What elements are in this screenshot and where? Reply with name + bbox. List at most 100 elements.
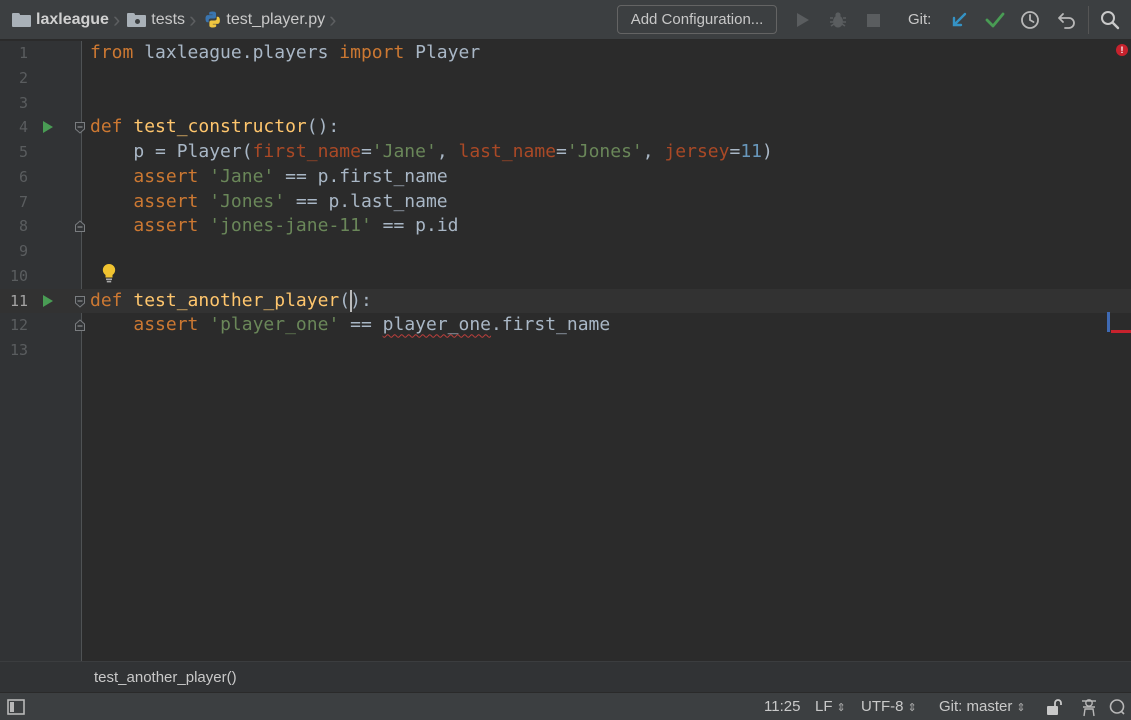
line-number[interactable]: 1 bbox=[0, 41, 28, 66]
code-token: = bbox=[360, 141, 372, 162]
line-number[interactable]: 9 bbox=[0, 239, 28, 264]
fold-start-icon[interactable] bbox=[74, 121, 86, 134]
stop-icon[interactable] bbox=[864, 0, 882, 40]
code-line[interactable]: 10 bbox=[0, 264, 1131, 289]
text-caret bbox=[350, 289, 353, 312]
status-bar: 11:25 LF ⇕ UTF-8 ⇕ Git: master ⇕ bbox=[0, 692, 1131, 720]
code-token: Player bbox=[404, 42, 481, 63]
code-text[interactable]: assert 'jones-jane-11' == p.id bbox=[90, 214, 459, 239]
code-text[interactable]: assert 'Jane' == p.first_name bbox=[90, 165, 448, 190]
vcs-commit-icon[interactable] bbox=[983, 0, 1007, 40]
code-token: assert bbox=[133, 165, 199, 187]
breadcrumb-test-player-py[interactable]: test_player.py › bbox=[203, 0, 343, 40]
code-area[interactable]: 1 from laxleague.players import Player 2 3 4… bbox=[0, 41, 1131, 661]
code-token: assert bbox=[133, 314, 199, 336]
code-token: test_constructor bbox=[133, 116, 307, 138]
code-text[interactable]: from laxleague.players import Player bbox=[90, 41, 480, 66]
run-test-gutter-icon[interactable] bbox=[42, 120, 54, 134]
folder-icon bbox=[12, 13, 31, 27]
run-icon[interactable] bbox=[794, 0, 812, 40]
code-token: def bbox=[90, 289, 123, 311]
code-line[interactable]: 2 bbox=[0, 66, 1131, 91]
package-folder-icon bbox=[127, 13, 147, 27]
breadcrumb-label: tests bbox=[151, 11, 186, 28]
code-token: 'Jane' bbox=[371, 141, 437, 162]
line-number[interactable]: 7 bbox=[0, 190, 28, 215]
code-token: test_another_player bbox=[133, 289, 340, 311]
code-line[interactable]: 12 assert 'player_one' == player_one.fir… bbox=[0, 313, 1131, 338]
caret-line-marker bbox=[1107, 312, 1110, 332]
line-number[interactable]: 10 bbox=[0, 264, 28, 289]
line-number[interactable]: 13 bbox=[0, 338, 28, 363]
encoding-selector[interactable]: UTF-8 ⇕ bbox=[861, 693, 917, 720]
history-icon[interactable] bbox=[1018, 0, 1042, 40]
lightbulb-icon[interactable] bbox=[101, 263, 117, 288]
code-token: .first_name bbox=[491, 314, 611, 336]
function-breadcrumb[interactable]: test_another_player() bbox=[94, 662, 237, 693]
add-configuration-button[interactable]: Add Configuration... bbox=[617, 5, 777, 34]
code-line[interactable]: 13 bbox=[0, 338, 1131, 363]
code-text[interactable]: def test_another_player(): bbox=[90, 289, 372, 314]
debug-icon[interactable] bbox=[827, 0, 849, 40]
lock-icon[interactable] bbox=[1045, 693, 1063, 720]
code-line[interactable]: 3 bbox=[0, 91, 1131, 116]
code-token: 'Jones' bbox=[566, 141, 643, 162]
code-token: == p.last_name bbox=[285, 190, 448, 212]
event-log-icon[interactable] bbox=[1108, 693, 1126, 720]
run-test-gutter-icon[interactable] bbox=[42, 294, 54, 308]
code-line[interactable]: 6 assert 'Jane' == p.first_name bbox=[0, 165, 1131, 190]
caret-position[interactable]: 11:25 bbox=[764, 693, 800, 720]
fold-end-icon[interactable] bbox=[74, 319, 86, 332]
line-number[interactable]: 2 bbox=[0, 66, 28, 91]
navigation-breadcrumbs: laxleague › tests › test_player.py › bbox=[12, 0, 343, 40]
line-number[interactable]: 4 bbox=[0, 115, 28, 140]
line-number[interactable]: 8 bbox=[0, 214, 28, 239]
code-line[interactable]: 5 p = Player(first_name='Jane', last_nam… bbox=[0, 140, 1131, 165]
python-file-icon bbox=[205, 11, 221, 28]
code-text[interactable]: assert 'Jones' == p.last_name bbox=[90, 190, 448, 215]
code-line[interactable]: 4 def test_constructor(): bbox=[0, 115, 1131, 140]
code-line[interactable]: 11 def test_another_player(): bbox=[0, 288, 1131, 314]
search-icon[interactable] bbox=[1098, 0, 1122, 40]
code-token: 'player_one' bbox=[209, 314, 340, 336]
error-indicator-icon[interactable]: ! bbox=[1116, 44, 1128, 56]
inspector-icon[interactable] bbox=[1079, 693, 1099, 720]
code-line[interactable]: 8 assert 'jones-jane-11' == p.id bbox=[0, 214, 1131, 239]
code-token: == p.first_name bbox=[274, 165, 448, 187]
line-number[interactable]: 11 bbox=[0, 289, 28, 314]
fold-start-icon[interactable] bbox=[74, 295, 86, 308]
tool-windows-icon[interactable] bbox=[7, 693, 25, 720]
code-text[interactable]: assert 'player_one' == player_one.first_… bbox=[90, 313, 610, 338]
code-line[interactable]: 9 bbox=[0, 239, 1131, 264]
vcs-update-icon[interactable] bbox=[948, 0, 970, 40]
code-token: def bbox=[90, 116, 123, 138]
line-number[interactable]: 5 bbox=[0, 140, 28, 165]
code-token: jersey bbox=[664, 141, 730, 162]
code-text[interactable]: def test_constructor(): bbox=[90, 115, 339, 140]
line-number[interactable]: 12 bbox=[0, 313, 28, 338]
line-number[interactable]: 6 bbox=[0, 165, 28, 190]
git-branch-selector[interactable]: Git: master ⇕ bbox=[939, 693, 1026, 720]
line-separator-selector[interactable]: LF ⇕ bbox=[815, 693, 846, 720]
code-token: 'Jones' bbox=[209, 190, 286, 212]
code-token: (): bbox=[306, 116, 340, 138]
code-token: 'jones-jane-11' bbox=[209, 215, 372, 237]
rollback-icon[interactable] bbox=[1055, 0, 1079, 40]
code-token: p = Player( bbox=[90, 141, 253, 162]
code-line[interactable]: 7 assert 'Jones' == p.last_name bbox=[0, 190, 1131, 215]
breadcrumb-tests[interactable]: tests › bbox=[127, 0, 203, 40]
fold-end-icon[interactable] bbox=[74, 220, 86, 233]
breadcrumb-laxleague[interactable]: laxleague › bbox=[12, 0, 127, 40]
code-line[interactable]: 1 from laxleague.players import Player bbox=[0, 41, 1131, 66]
updown-icon: ⇕ bbox=[836, 702, 846, 714]
code-token: , bbox=[436, 141, 459, 162]
code-token: == p.id bbox=[371, 215, 459, 237]
line-number[interactable]: 3 bbox=[0, 91, 28, 116]
code-editor[interactable]: 1 from laxleague.players import Player 2 3 4… bbox=[0, 41, 1131, 661]
code-text[interactable]: p = Player(first_name='Jane', last_name=… bbox=[90, 140, 773, 165]
error-stripe-marker[interactable] bbox=[1111, 330, 1131, 333]
